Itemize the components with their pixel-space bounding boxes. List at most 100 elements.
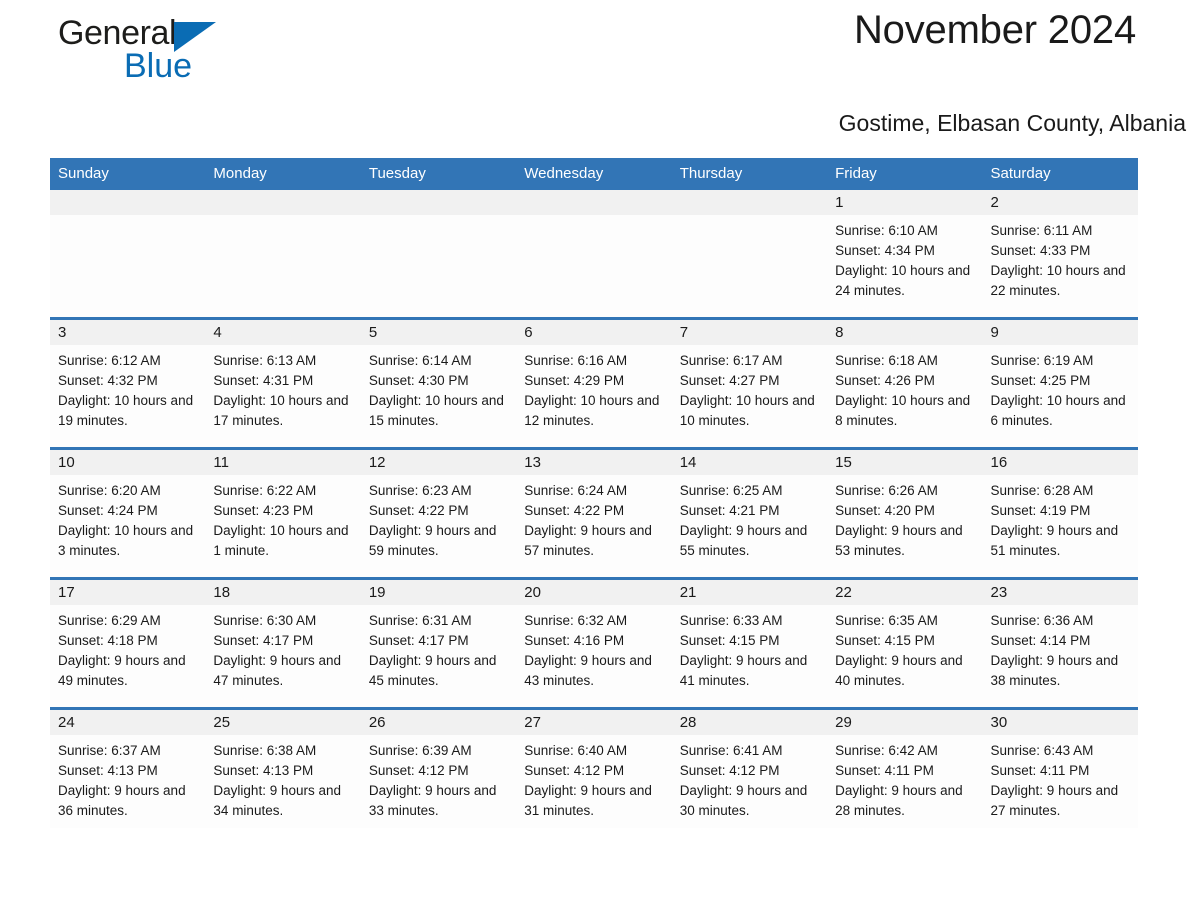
calendar-day-cell[interactable]: 25 Sunrise: 6:38 AM Sunset: 4:13 PM Dayl… [205,707,361,828]
daylight-text: Daylight: 9 hours and 34 minutes. [213,783,341,818]
daylight-text: Daylight: 9 hours and 45 minutes. [368,653,497,688]
sunrise-text: Sunrise: 6:43 AM [990,743,1094,758]
calendar-day-cell[interactable] [50,190,206,319]
calendar-day-cell[interactable]: 24 Sunrise: 6:37 AM Sunset: 4:13 PM Dayl… [50,707,206,828]
day-details [50,215,205,221]
calendar-day-cell[interactable]: 17 Sunrise: 6:29 AM Sunset: 4:18 PM Dayl… [50,577,206,709]
calendar-day-cell[interactable]: 5 Sunrise: 6:14 AM Sunset: 4:30 PM Dayli… [360,317,517,449]
logo-triangle-icon [174,22,217,52]
calendar-day-cell[interactable]: 26 Sunrise: 6:39 AM Sunset: 4:12 PM Dayl… [360,707,517,828]
calendar-week-row: 3 Sunrise: 6:12 AM Sunset: 4:32 PM Dayli… [50,317,1138,449]
day-details: Sunrise: 6:23 AM Sunset: 4:22 PM Dayligh… [361,475,516,561]
day-details [361,215,516,221]
calendar-day-cell[interactable]: 3 Sunrise: 6:12 AM Sunset: 4:32 PM Dayli… [50,317,206,449]
day-number: 2 [982,190,1138,215]
sunrise-text: Sunrise: 6:38 AM [213,743,317,758]
sunrise-text: Sunrise: 6:19 AM [990,353,1094,368]
daylight-text: Daylight: 10 hours and 1 minute. [213,523,349,558]
calendar-day-cell[interactable]: 27 Sunrise: 6:40 AM Sunset: 4:12 PM Dayl… [516,707,672,828]
daylight-text: Daylight: 10 hours and 3 minutes. [58,523,194,558]
day-details: Sunrise: 6:32 AM Sunset: 4:16 PM Dayligh… [516,605,671,691]
calendar-day-cell[interactable]: 8 Sunrise: 6:18 AM Sunset: 4:26 PM Dayli… [827,317,983,449]
daylight-text: Daylight: 9 hours and 49 minutes. [58,653,186,688]
calendar-week-row: 24 Sunrise: 6:37 AM Sunset: 4:13 PM Dayl… [50,707,1138,828]
sunset-text: Sunset: 4:13 PM [58,763,158,778]
day-details: Sunrise: 6:24 AM Sunset: 4:22 PM Dayligh… [516,475,671,561]
calendar-day-cell[interactable]: 23 Sunrise: 6:36 AM Sunset: 4:14 PM Dayl… [982,577,1138,709]
sunrise-text: Sunrise: 6:40 AM [524,743,628,758]
daylight-text: Daylight: 10 hours and 12 minutes. [524,393,660,428]
daylight-text: Daylight: 10 hours and 24 minutes. [835,263,971,298]
weekday-header-thursday: Thursday [671,158,828,190]
daylight-text: Daylight: 10 hours and 22 minutes. [990,263,1126,298]
day-number: 14 [671,450,828,475]
day-number: 9 [982,320,1138,345]
day-number: 29 [827,710,983,735]
weekday-header-saturday: Saturday [982,158,1138,190]
sunrise-text: Sunrise: 6:32 AM [524,613,628,628]
calendar-day-cell[interactable]: 18 Sunrise: 6:30 AM Sunset: 4:17 PM Dayl… [205,577,361,709]
daylight-text: Daylight: 9 hours and 57 minutes. [524,523,652,558]
calendar-day-cell[interactable]: 21 Sunrise: 6:33 AM Sunset: 4:15 PM Dayl… [671,577,828,709]
day-details: Sunrise: 6:33 AM Sunset: 4:15 PM Dayligh… [672,605,827,691]
location-subtitle: Gostime, Elbasan County, Albania [838,110,1186,136]
day-details: Sunrise: 6:13 AM Sunset: 4:31 PM Dayligh… [205,345,360,431]
calendar-day-cell[interactable]: 20 Sunrise: 6:32 AM Sunset: 4:16 PM Dayl… [516,577,672,709]
calendar-day-cell[interactable]: 7 Sunrise: 6:17 AM Sunset: 4:27 PM Dayli… [671,317,828,449]
daylight-text: Daylight: 9 hours and 33 minutes. [368,783,497,818]
calendar-day-cell[interactable]: 30 Sunrise: 6:43 AM Sunset: 4:11 PM Dayl… [982,707,1138,828]
calendar-day-cell[interactable]: 1 Sunrise: 6:10 AM Sunset: 4:34 PM Dayli… [827,190,983,319]
calendar-day-cell[interactable]: 13 Sunrise: 6:24 AM Sunset: 4:22 PM Dayl… [516,447,672,579]
sunrise-sunset-calendar-table: Sunday Monday Tuesday Wednesday Thursday… [50,158,1138,828]
day-number: 23 [982,580,1138,605]
day-details: Sunrise: 6:38 AM Sunset: 4:13 PM Dayligh… [205,735,360,821]
calendar-day-cell[interactable] [516,190,672,319]
sunset-text: Sunset: 4:34 PM [835,243,935,258]
sunset-text: Sunset: 4:25 PM [990,373,1091,388]
calendar-day-cell[interactable] [205,190,361,319]
page-header: General Blue November 2024 [50,0,1138,110]
sunset-text: Sunset: 4:18 PM [58,633,158,648]
calendar-day-cell[interactable] [360,190,517,319]
calendar-day-cell[interactable]: 12 Sunrise: 6:23 AM Sunset: 4:22 PM Dayl… [360,447,517,579]
calendar-day-cell[interactable]: 16 Sunrise: 6:28 AM Sunset: 4:19 PM Dayl… [982,447,1138,579]
day-details: Sunrise: 6:42 AM Sunset: 4:11 PM Dayligh… [827,735,982,821]
day-details: Sunrise: 6:39 AM Sunset: 4:12 PM Dayligh… [361,735,516,821]
calendar-day-cell[interactable]: 6 Sunrise: 6:16 AM Sunset: 4:29 PM Dayli… [516,317,672,449]
calendar-day-cell[interactable]: 15 Sunrise: 6:26 AM Sunset: 4:20 PM Dayl… [827,447,983,579]
calendar-day-cell[interactable]: 2 Sunrise: 6:11 AM Sunset: 4:33 PM Dayli… [982,190,1138,319]
calendar-day-cell[interactable]: 19 Sunrise: 6:31 AM Sunset: 4:17 PM Dayl… [360,577,517,709]
sunset-text: Sunset: 4:22 PM [368,503,469,518]
sunset-text: Sunset: 4:30 PM [368,373,469,388]
daylight-text: Daylight: 9 hours and 31 minutes. [524,783,652,818]
sunrise-text: Sunrise: 6:10 AM [835,223,938,238]
sunset-text: Sunset: 4:12 PM [679,763,780,778]
calendar-day-cell[interactable]: 4 Sunrise: 6:13 AM Sunset: 4:31 PM Dayli… [205,317,361,449]
calendar-day-cell[interactable]: 10 Sunrise: 6:20 AM Sunset: 4:24 PM Dayl… [50,447,206,579]
sunrise-text: Sunrise: 6:14 AM [368,353,472,368]
calendar-day-cell[interactable]: 22 Sunrise: 6:35 AM Sunset: 4:15 PM Dayl… [827,577,983,709]
day-number [516,190,672,215]
sunset-text: Sunset: 4:12 PM [524,763,625,778]
sunrise-text: Sunrise: 6:24 AM [524,483,628,498]
calendar-day-cell[interactable]: 9 Sunrise: 6:19 AM Sunset: 4:25 PM Dayli… [982,317,1138,449]
sunset-text: Sunset: 4:21 PM [679,503,780,518]
sunset-text: Sunset: 4:26 PM [835,373,935,388]
calendar-day-cell[interactable]: 29 Sunrise: 6:42 AM Sunset: 4:11 PM Dayl… [827,707,983,828]
daylight-text: Daylight: 9 hours and 55 minutes. [679,523,808,558]
calendar-day-cell[interactable]: 28 Sunrise: 6:41 AM Sunset: 4:12 PM Dayl… [671,707,828,828]
page-title: November 2024 [853,8,1136,52]
day-number: 16 [982,450,1138,475]
generalblue-logo[interactable]: General Blue [58,12,318,92]
day-number: 19 [360,580,517,605]
day-number: 5 [360,320,517,345]
weekday-header-row: Sunday Monday Tuesday Wednesday Thursday… [50,158,1138,190]
sunrise-text: Sunrise: 6:11 AM [990,223,1093,238]
sunset-text: Sunset: 4:32 PM [58,373,158,388]
calendar-day-cell[interactable] [671,190,828,319]
sunset-text: Sunset: 4:14 PM [990,633,1091,648]
day-details: Sunrise: 6:10 AM Sunset: 4:34 PM Dayligh… [827,215,982,301]
calendar-day-cell[interactable]: 11 Sunrise: 6:22 AM Sunset: 4:23 PM Dayl… [205,447,361,579]
daylight-text: Daylight: 9 hours and 53 minutes. [835,523,963,558]
calendar-day-cell[interactable]: 14 Sunrise: 6:25 AM Sunset: 4:21 PM Dayl… [671,447,828,579]
